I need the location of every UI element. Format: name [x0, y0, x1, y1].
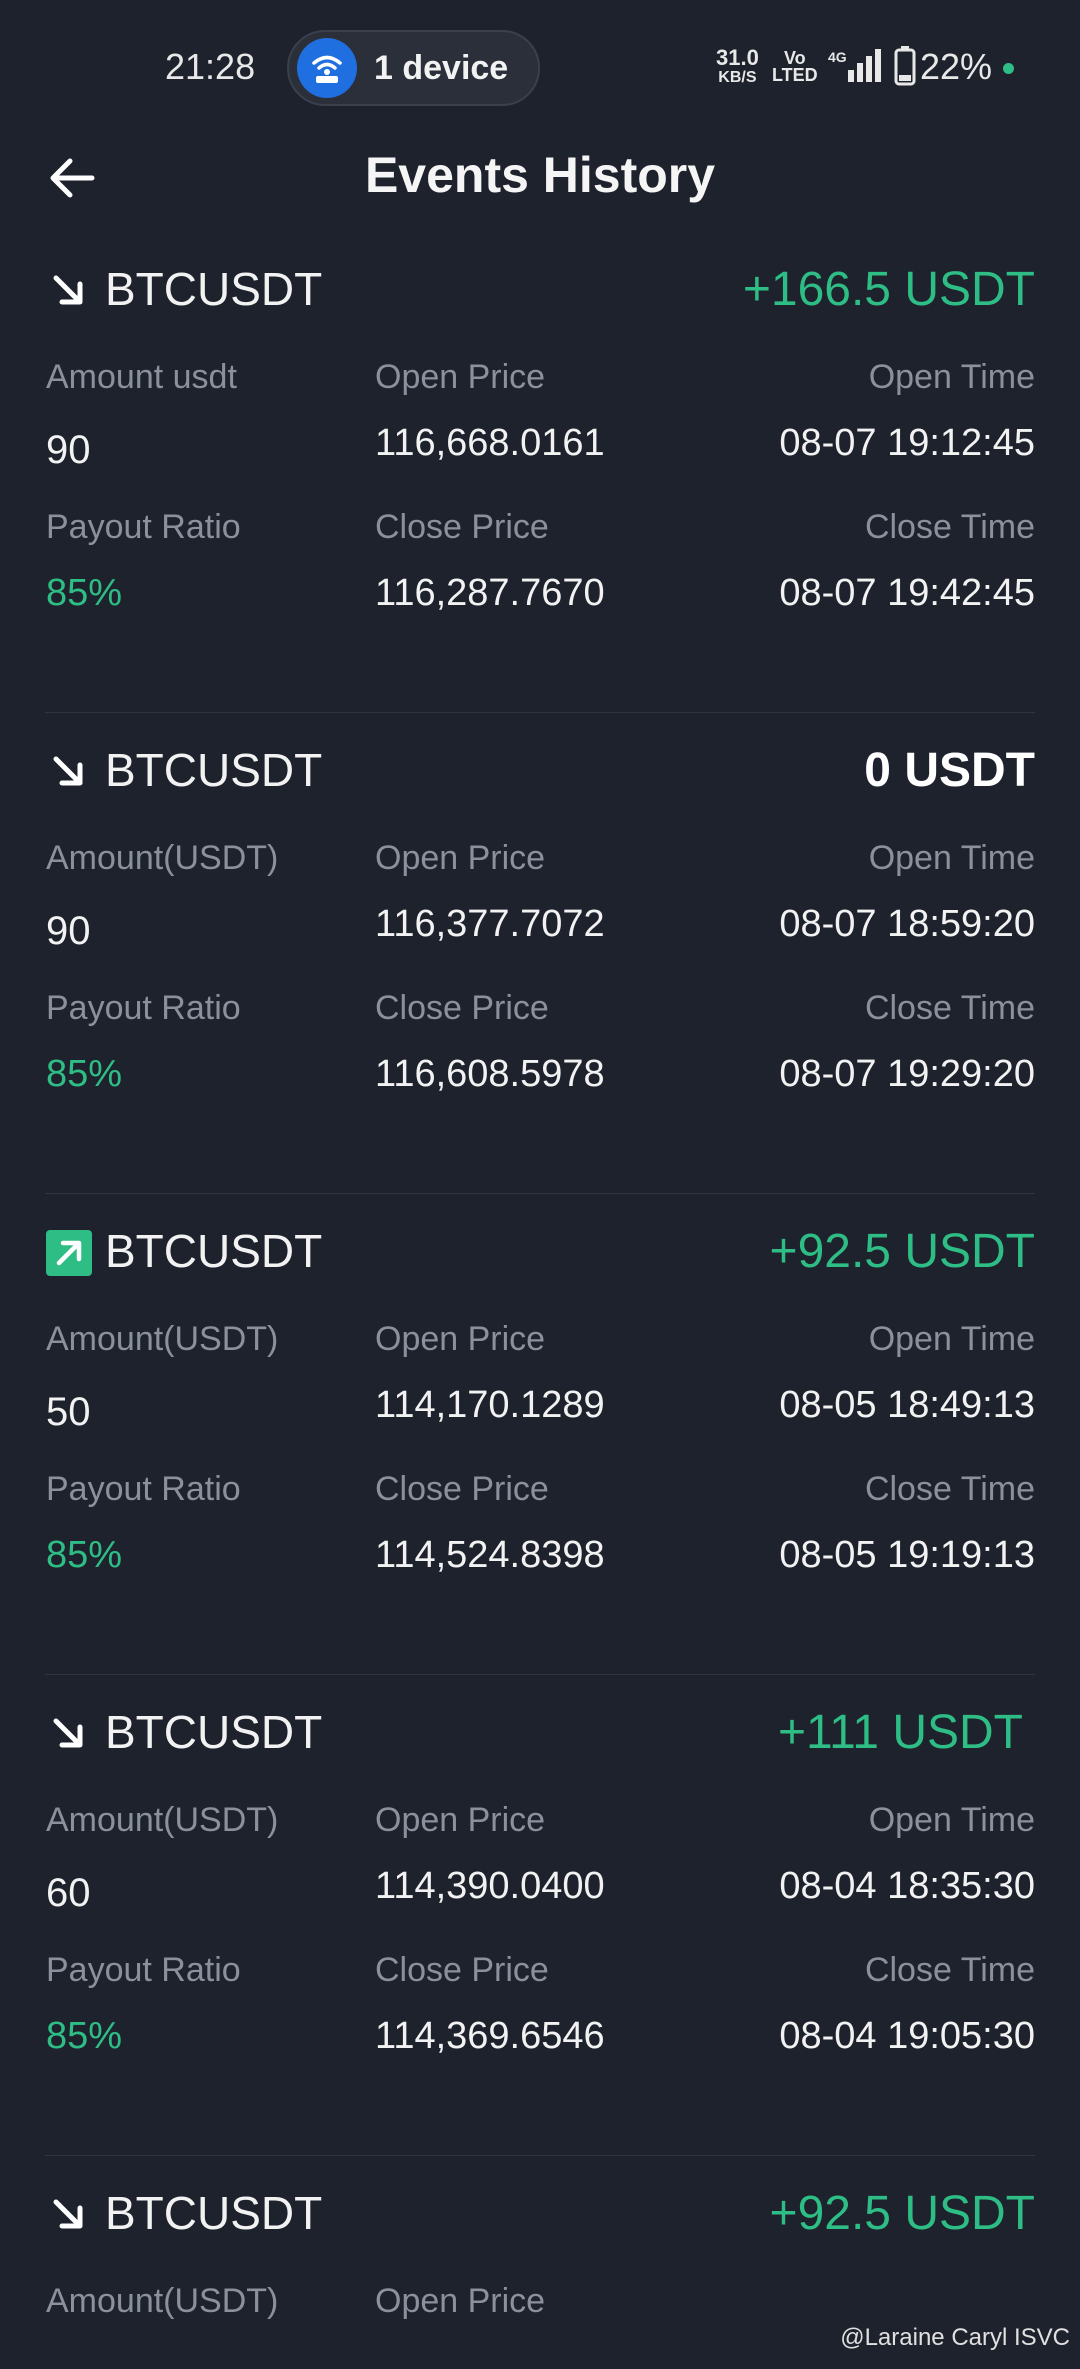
event-symbol: BTCUSDT	[105, 1706, 323, 1758]
close-time-value: 08-05 19:19:13	[779, 1534, 1035, 1576]
payout-label: Payout Ratio	[46, 989, 241, 1027]
trend-down-icon	[53, 1718, 83, 1748]
close-time-value: 08-07 19:42:45	[779, 572, 1035, 614]
trend-down-icon	[53, 756, 83, 786]
trend-down-icon	[53, 2199, 83, 2229]
event-card[interactable]: BTCUSDT +166.5 USDT Amount usdt Open Pri…	[0, 232, 1080, 714]
close-time-label: Close Time	[864, 1470, 1035, 1508]
event-card[interactable]: BTCUSDT +92.5 USDT Amount(USDT) Open Pri…	[0, 1194, 1080, 1676]
open-time-value: 08-07 18:59:20	[779, 903, 1035, 945]
event-symbol: BTCUSDT	[105, 1225, 323, 1277]
event-pnl: +111 USDT	[778, 1706, 1023, 1759]
open-price-value: 114,390.0400	[375, 1865, 605, 1907]
page-title: Events History	[364, 147, 716, 203]
open-price-value: 116,668.0161	[375, 422, 605, 464]
watermark: @Laraine Caryl ISVC	[840, 2324, 1070, 2351]
payout-value: 85%	[46, 1534, 123, 1576]
payout-value: 85%	[46, 1053, 123, 1095]
amount-label: Amount usdt	[46, 358, 237, 396]
amount-value: 90	[46, 909, 91, 953]
app-header: Events History	[0, 130, 1080, 220]
network-speed: 31.0 KB/S	[716, 45, 759, 87]
open-time-value: 08-05 18:49:13	[779, 1384, 1035, 1426]
event-symbol: BTCUSDT	[105, 2187, 323, 2239]
open-price-value: 114,170.1289	[375, 1384, 605, 1426]
status-bar: 21:28 1 device 31.0 KB/S Vo LTED 4G 22%	[0, 0, 1080, 120]
hotspot-icon	[297, 38, 357, 98]
open-price-label: Open Price	[375, 358, 546, 396]
trend-up-icon	[46, 1230, 92, 1276]
open-price-value: 116,377.7072	[375, 903, 605, 945]
payout-value: 85%	[46, 572, 123, 614]
amount-label: Amount(USDT)	[46, 1320, 279, 1358]
close-price-value: 116,608.5978	[375, 1053, 605, 1095]
hotspot-label: 1 device	[374, 49, 509, 87]
event-card[interactable]: BTCUSDT 0 USDT Amount(USDT) Open Price O…	[0, 713, 1080, 1195]
event-pnl: +92.5 USDT	[769, 1225, 1035, 1278]
amount-label: Amount(USDT)	[46, 1801, 279, 1839]
hotspot-pill[interactable]: 1 device	[287, 30, 540, 106]
amount-label: Amount(USDT)	[46, 2282, 279, 2320]
open-price-label: Open Price	[375, 839, 546, 877]
event-symbol: BTCUSDT	[105, 744, 323, 796]
close-price-value: 114,524.8398	[375, 1534, 605, 1576]
close-time-value: 08-04 19:05:30	[779, 2015, 1035, 2057]
event-symbol: BTCUSDT	[105, 263, 323, 315]
close-price-value: 116,287.7670	[375, 572, 605, 614]
trend-down-icon	[53, 275, 83, 305]
close-time-value: 08-07 19:29:20	[779, 1053, 1035, 1095]
open-time-label: Open Time	[868, 1801, 1035, 1839]
battery-percent: 22%	[920, 46, 993, 87]
close-price-label: Close Price	[375, 508, 549, 546]
close-time-label: Close Time	[864, 1951, 1035, 1989]
close-price-label: Close Price	[375, 1470, 549, 1508]
close-price-label: Close Price	[375, 1951, 549, 1989]
event-pnl: +92.5 USDT	[769, 2187, 1035, 2240]
amount-label: Amount(USDT)	[46, 839, 279, 877]
close-time-label: Close Time	[864, 508, 1035, 546]
event-card[interactable]: BTCUSDT +111 USDT Amount(USDT) Open Pric…	[0, 1675, 1080, 2157]
battery-icon	[894, 46, 916, 91]
close-price-value: 114,369.6546	[375, 2015, 605, 2057]
open-time-label: Open Time	[868, 1320, 1035, 1358]
open-time-label: Open Time	[868, 358, 1035, 396]
amount-value: 90	[46, 428, 91, 472]
volte-icon: Vo LTED	[772, 48, 818, 85]
open-time-label: Open Time	[868, 839, 1035, 877]
close-time-label: Close Time	[864, 989, 1035, 1027]
event-pnl: +166.5 USDT	[742, 263, 1035, 316]
event-pnl: 0 USDT	[864, 744, 1035, 797]
close-price-label: Close Price	[375, 989, 549, 1027]
payout-label: Payout Ratio	[46, 508, 241, 546]
open-price-label: Open Price	[375, 1801, 546, 1839]
privacy-dot-indicator	[1003, 63, 1014, 74]
amount-value: 50	[46, 1390, 91, 1434]
network-type-label: 4G	[828, 49, 847, 65]
open-time-value: 08-07 19:12:45	[779, 422, 1035, 464]
payout-label: Payout Ratio	[46, 1951, 241, 1989]
payout-label: Payout Ratio	[46, 1470, 241, 1508]
amount-value: 60	[46, 1871, 91, 1915]
payout-value: 85%	[46, 2015, 123, 2057]
open-price-label: Open Price	[375, 2282, 546, 2320]
open-price-label: Open Price	[375, 1320, 546, 1358]
signal-icon: 4G	[826, 48, 886, 89]
open-time-value: 08-04 18:35:30	[779, 1865, 1035, 1907]
status-time: 21:28	[165, 46, 256, 87]
